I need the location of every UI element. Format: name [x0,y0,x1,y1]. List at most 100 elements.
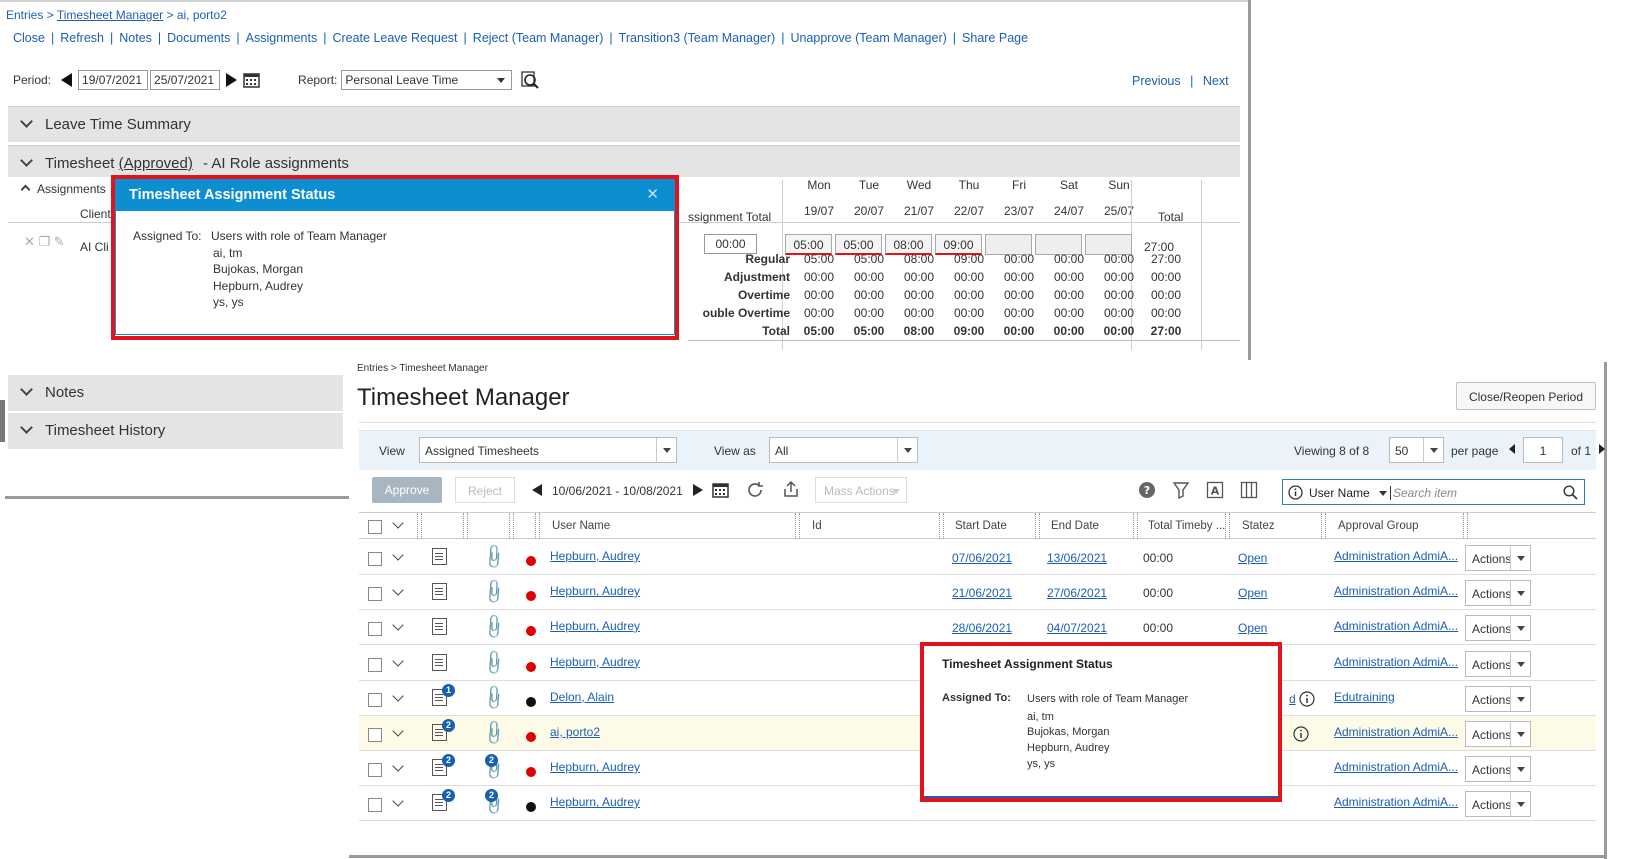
side-handle[interactable] [0,400,5,442]
attachment-icon[interactable]: 📎 [479,578,508,607]
approval-group-link[interactable]: Administration AdmiA... [1334,760,1458,774]
breadcrumb-timesheet-manager[interactable]: Timesheet Manager [57,8,163,22]
column-id[interactable]: Id [812,520,822,532]
status-link[interactable]: Open [1238,586,1267,600]
assignments-link[interactable]: Assignments [246,31,318,45]
actions-dropdown[interactable]: Actions [1465,580,1531,607]
approval-group-link[interactable]: Administration AdmiA... [1334,619,1458,633]
user-name-link[interactable]: Hepburn, Audrey [550,795,640,809]
search-field-select[interactable]: User Name [1309,486,1370,500]
approval-group-link[interactable]: Administration AdmiA... [1334,549,1458,563]
user-name-link[interactable]: Hepburn, Audrey [550,549,640,563]
attachment-icon[interactable]: 📎 [479,683,508,712]
user-name-link[interactable]: ai, porto2 [550,725,600,739]
actions-dropdown[interactable]: Actions [1465,650,1531,677]
prev-page-icon[interactable] [1509,444,1515,454]
row-checkbox[interactable] [368,798,382,813]
help-icon[interactable]: ? [1138,481,1156,499]
search-icon[interactable] [1563,485,1578,500]
actions-dropdown[interactable]: Actions [1465,791,1531,818]
column-end-date[interactable]: End Date [1051,520,1099,532]
chevron-down-icon[interactable] [392,584,404,596]
notes-link[interactable]: Notes [119,31,152,45]
timesheet-doc-icon[interactable] [432,618,447,636]
user-name-link[interactable]: Delon, Alain [550,690,614,704]
next-period-icon[interactable] [226,73,238,87]
actions-dropdown[interactable]: Actions [1465,615,1531,642]
timesheet-status-link[interactable]: (Approved) [119,155,193,172]
start-date-link[interactable]: 28/06/2021 [952,621,1012,635]
approval-group-link[interactable]: Administration AdmiA... [1334,725,1458,739]
unapprove-link[interactable]: Unapprove (Team Manager) [790,31,946,45]
per-page-select[interactable]: 50 [1389,437,1444,463]
approval-group-link[interactable]: Administration AdmiA... [1334,795,1458,809]
assignments-header[interactable]: Assignments [20,182,106,196]
user-name-link[interactable]: Hepburn, Audrey [550,655,640,669]
mass-actions-select[interactable]: Mass Actions [815,477,907,503]
page-input[interactable]: 1 [1523,437,1563,463]
actions-dropdown[interactable]: Actions [1465,721,1531,747]
status-link[interactable]: Open [1238,551,1267,565]
chevron-down-icon[interactable] [392,619,404,632]
attachment-icon[interactable]: 📎 [479,542,508,571]
row-checkbox[interactable] [368,552,382,566]
refresh-link[interactable]: Refresh [60,31,104,45]
chevron-down-icon[interactable] [392,654,404,667]
chevron-down-icon[interactable] [392,725,404,737]
chevron-down-icon[interactable] [392,760,404,772]
search-input[interactable]: Search item [1393,486,1457,500]
actions-dropdown[interactable]: Actions [1465,545,1531,571]
approve-button[interactable]: Approve [372,477,442,503]
filter-icon[interactable] [1172,481,1190,499]
breadcrumb-entries[interactable]: Entries [6,8,43,22]
chevron-down-icon[interactable] [392,795,404,808]
row-tools-icon[interactable]: ✕ ❐ ✎ [24,234,65,250]
chevron-down-icon[interactable] [392,549,404,561]
notes-section[interactable]: Notes [8,375,343,411]
timesheet-section-header[interactable]: Timesheet (Approved) - AI Role assignmen… [8,145,1240,177]
refresh-icon[interactable] [746,481,764,499]
create-leave-request-link[interactable]: Create Leave Request [332,31,457,45]
end-date-link[interactable]: 04/07/2021 [1047,621,1107,635]
info-icon[interactable] [1299,691,1315,707]
approval-group-link[interactable]: Administration AdmiA... [1334,584,1458,598]
calendar-icon[interactable] [712,482,729,498]
user-name-link[interactable]: Hepburn, Audrey [550,619,640,633]
start-date-link[interactable]: 21/06/2021 [952,586,1012,600]
column-status[interactable]: Statez [1242,520,1275,532]
end-date-link[interactable]: 27/06/2021 [1047,586,1107,600]
attachment-icon[interactable]: 📎 [479,613,508,642]
next-page-icon[interactable] [1599,444,1605,454]
report-select[interactable]: Personal Leave Time [341,70,513,90]
end-date-link[interactable]: 13/06/2021 [1047,551,1107,565]
next-range-icon[interactable] [693,484,703,496]
manager-breadcrumb[interactable]: Entries > Timesheet Manager [357,363,488,374]
actions-dropdown[interactable]: Actions [1465,685,1531,712]
approval-group-link[interactable]: Administration AdmiA... [1334,655,1458,669]
actions-dropdown[interactable]: Actions [1465,756,1531,783]
close-reopen-button[interactable]: Close/Reopen Period [1456,382,1596,410]
attachment-icon[interactable]: 📎 [479,648,508,677]
reject-team-manager-link[interactable]: Reject (Team Manager) [473,31,604,45]
view-as-select[interactable]: All [769,437,918,463]
attachment-icon[interactable]: 📎 [479,718,508,747]
reject-button[interactable]: Reject [455,477,515,503]
select-all-checkbox[interactable] [368,520,382,534]
user-name-link[interactable]: Hepburn, Audrey [550,584,640,598]
timesheet-doc-icon[interactable] [432,548,447,565]
timesheet-doc-icon[interactable] [432,583,447,601]
user-name-link[interactable]: Hepburn, Audrey [550,760,640,774]
row-checkbox[interactable] [368,587,382,602]
row-checkbox[interactable] [368,622,382,637]
view-select[interactable]: Assigned Timesheets [419,437,677,463]
transition3-link[interactable]: Transition3 (Team Manager) [619,31,776,45]
period-end-input[interactable]: 25/07/2021 [150,70,221,90]
info-icon[interactable] [1293,726,1309,742]
approval-group-link[interactable]: Edutraining [1334,690,1395,704]
column-approval-group[interactable]: Approval Group [1338,520,1419,532]
entry-total-input[interactable]: 00:00 [704,234,757,254]
report-search-icon[interactable] [520,70,540,90]
leave-time-summary-section[interactable]: Leave Time Summary [8,106,1240,142]
table-row[interactable]: 📎 Hepburn, Audrey 07/06/2021 13/06/2021 00:0… [359,540,1596,575]
close-icon[interactable]: ✕ [646,185,659,203]
